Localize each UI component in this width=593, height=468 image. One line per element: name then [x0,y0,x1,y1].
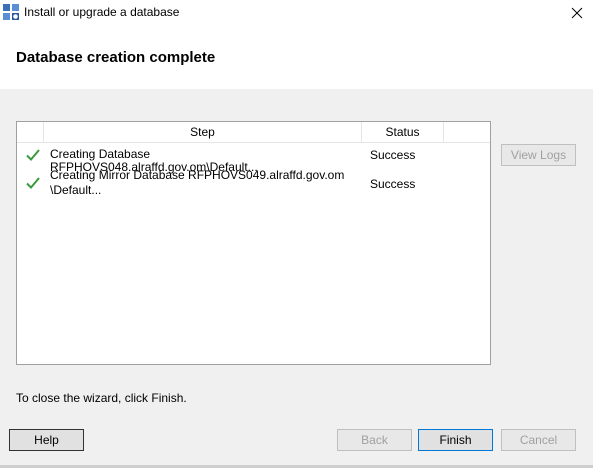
title-bar: Install or upgrade a database [0,0,593,26]
help-button[interactable]: Help [9,429,84,451]
finish-button[interactable]: Finish [418,429,493,451]
close-icon [571,7,583,19]
step-text-line2: \Default... [50,183,102,197]
column-header-status[interactable]: Status [362,122,444,142]
column-header-icon[interactable] [17,122,44,142]
back-button[interactable]: Back [337,429,412,451]
page-title: Database creation complete [16,49,216,66]
close-button[interactable] [562,1,592,25]
green-check-icon [26,177,40,189]
window-title: Install or upgrade a database [24,5,180,19]
table-row[interactable]: Creating Mirror Database RFPHOVS049.alra… [17,167,490,199]
close-instruction: To close the wizard, click Finish. [16,391,187,405]
table-row[interactable]: Creating Database RFPHOVS048.alraffd.gov… [17,146,490,174]
view-logs-button[interactable]: View Logs [501,144,576,166]
status-text: Success [370,177,416,191]
grid-header: Step Status [17,122,490,143]
step-text-line1: Creating Mirror Database RFPHOVS049.alra… [50,168,345,182]
column-header-step[interactable]: Step [44,122,362,142]
wizard-header: Database creation complete [0,26,593,89]
green-check-icon [26,149,40,161]
database-wizard-icon [3,4,19,20]
steps-grid[interactable]: Step Status Creating Database RFPHOVS048… [16,121,491,365]
cancel-button[interactable]: Cancel [501,429,576,451]
status-text: Success [370,148,416,162]
